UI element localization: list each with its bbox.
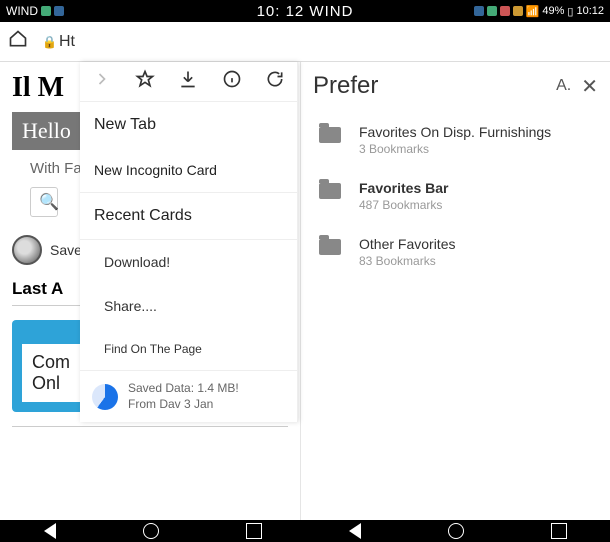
nav-recents-icon[interactable] [246,523,262,539]
avatar [12,235,42,265]
status-icon [54,6,64,16]
address-bar[interactable]: 🔒 Ht [42,33,75,51]
folder-icon [319,239,341,255]
status-icon [41,6,51,16]
card-text-2: Onl [32,373,60,393]
reload-icon[interactable] [265,69,285,94]
wifi-icon: 📶 [526,5,540,18]
nav-home-icon[interactable] [143,523,159,539]
browser-toolbar: 🔒 Ht [0,22,610,62]
forward-icon[interactable] [92,69,112,94]
folder-name: Favorites On Disp. Furnishings [359,124,551,140]
home-icon[interactable] [8,29,28,54]
folder-name: Other Favorites [359,236,455,252]
folder-row[interactable]: Favorites On Disp. Furnishings 3 Bookmar… [301,114,610,170]
search-button[interactable]: 🔍 [30,187,58,217]
bookmarks-panel: Prefer A. ✕ Favorites On Disp. Furnishin… [300,62,610,520]
folder-icon [319,183,341,199]
bookmark-star-icon[interactable] [135,69,155,94]
menu-new-tab[interactable]: New Tab [80,102,297,148]
nav-bar [0,520,610,542]
overflow-menu: New Tab New Incognito Card Recent Cards … [80,62,298,422]
carrier-label: WIND [6,4,38,18]
battery-icon: ▯ [567,5,573,18]
download-icon[interactable] [178,69,198,94]
close-icon[interactable]: ✕ [581,74,598,99]
menu-recent-cards[interactable]: Recent Cards [80,193,297,239]
status-bar: WIND 10: 12 WIND 📶 49% ▯ 10:12 [0,0,610,22]
folder-row[interactable]: Favorites Bar 487 Bookmarks [301,170,610,226]
menu-share[interactable]: Share.... [80,284,297,328]
clock-right: 10:12 [576,5,604,17]
folder-icon [319,127,341,143]
lock-icon: 🔒 [42,35,57,49]
menu-find-on-page[interactable]: Find On The Page [80,328,297,370]
battery-label: 49% [542,5,564,17]
data-saved-amount: Saved Data: 1.4 MB! [128,381,239,397]
panel-title: Prefer [313,72,546,100]
status-icon [500,6,510,16]
info-icon[interactable] [222,69,242,94]
status-icon [513,6,523,16]
text-size-icon[interactable]: A. [556,77,571,95]
nav-back-icon[interactable] [349,523,361,539]
folder-count: 3 Bookmarks [359,142,551,156]
hello-banner: Hello [12,112,81,150]
nav-recents-icon[interactable] [551,523,567,539]
site-logo: Il M [12,72,64,104]
folder-name: Favorites Bar [359,180,448,196]
menu-download[interactable]: Download! [80,240,297,284]
folder-count: 83 Bookmarks [359,254,455,268]
divider [12,426,288,427]
data-saver-row[interactable]: Saved Data: 1.4 MB! From Dav 3 Jan [80,370,297,422]
data-saved-since: From Dav 3 Jan [128,397,239,413]
nav-back-icon[interactable] [44,523,56,539]
data-saver-icon [92,384,118,410]
folder-row[interactable]: Other Favorites 83 Bookmarks [301,226,610,282]
folder-count: 487 Bookmarks [359,198,448,212]
card-text-1: Com [32,352,70,372]
status-icon [474,6,484,16]
status-icon [487,6,497,16]
url-text: Ht [59,33,75,51]
nav-home-icon[interactable] [448,523,464,539]
menu-incognito[interactable]: New Incognito Card [80,148,297,192]
status-center-clock: 10: 12 WIND [257,3,354,20]
